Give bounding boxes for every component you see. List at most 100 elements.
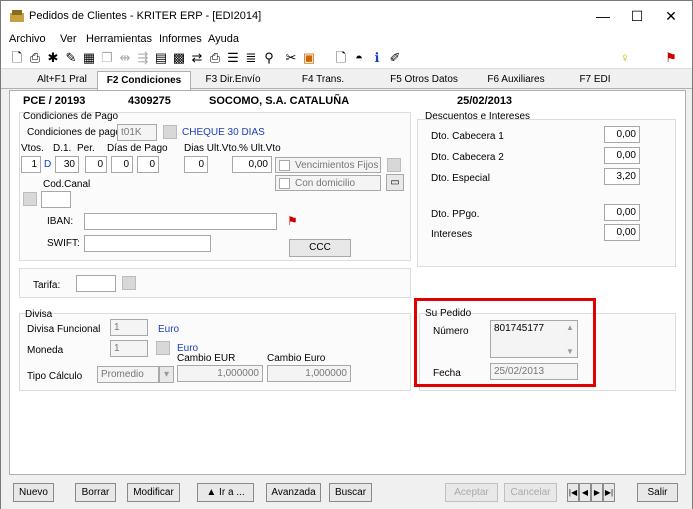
print-icon[interactable]: ⎙ (27, 50, 43, 66)
report-icon[interactable]: ▦ (81, 50, 97, 66)
avanzada-button[interactable]: Avanzada (266, 483, 321, 502)
dto-ppgo-field[interactable]: 0,00 (604, 204, 640, 221)
cambio-euro-field[interactable]: 1,000000 (267, 365, 351, 382)
salir-button[interactable]: Salir (637, 483, 678, 502)
nuevo-button[interactable]: Nuevo (13, 483, 54, 502)
toolbar: 🗋 ⎙ ✱ ✎ ▦ ❐ ⇹ ⇶ ▤ ▩ ⇄ ⎙ ☰ ≣ ⚲ ✂ ▣ 🗋 ◓ ℹ … (1, 47, 692, 69)
col-per-label: Per. (77, 143, 95, 154)
folder-icon[interactable]: ◓ (351, 50, 367, 66)
ultvto-field[interactable]: 0 (184, 156, 208, 173)
minimize-button[interactable]: — (586, 5, 620, 27)
cod-canal-field[interactable] (41, 191, 71, 208)
menu-informes[interactable]: Informes (159, 33, 202, 45)
doc-icon[interactable]: ≣ (243, 50, 259, 66)
venc-fijos-checkbox[interactable] (279, 160, 290, 171)
dto-cab2-field[interactable]: 0,00 (604, 147, 640, 164)
split-icon[interactable]: ⇹ (117, 50, 133, 66)
domicilio-checkbox[interactable] (279, 178, 290, 189)
link-icon[interactable]: ⇶ (135, 50, 151, 66)
tab-condiciones[interactable]: F2 Condiciones (97, 71, 191, 90)
menu-ver[interactable]: Ver (60, 33, 77, 45)
last-record-icon[interactable]: ▶| (603, 483, 615, 502)
iban-field[interactable] (84, 213, 277, 230)
menu-ayuda[interactable]: Ayuda (208, 33, 239, 45)
app-icon (10, 10, 24, 22)
venc-fijos-button[interactable] (387, 158, 401, 172)
list-icon[interactable]: ☰ (225, 50, 241, 66)
table-icon[interactable]: ▩ (171, 50, 187, 66)
tipo-calculo-dropdown-icon[interactable]: ▾ (159, 366, 174, 383)
tab-otros-datos[interactable]: F5 Otros Datos (389, 74, 459, 85)
cut-icon[interactable]: ✂ (283, 50, 299, 66)
close-button[interactable]: ✕ (654, 5, 688, 27)
tab-transporte[interactable]: F4 Trans. (295, 74, 351, 85)
borrar-button[interactable]: Borrar (75, 483, 116, 502)
tab-dir-envio[interactable]: F3 Dir.Envío (199, 74, 267, 85)
exit-door-icon[interactable]: ⚑ (663, 50, 679, 66)
aceptar-button[interactable]: Aceptar (445, 483, 498, 502)
sheet-icon[interactable]: ▤ (153, 50, 169, 66)
menu-herramientas[interactable]: Herramientas (86, 33, 152, 45)
attach-icon[interactable]: ✐ (387, 50, 403, 66)
info-icon[interactable]: ℹ (369, 50, 385, 66)
payment-code-field[interactable]: t01K (117, 124, 157, 141)
divisa-funcional-name: Euro (158, 324, 180, 335)
moneda-label: Moneda (27, 345, 64, 356)
payment-lookup-button[interactable] (163, 125, 177, 139)
per-field[interactable]: 30 (55, 156, 79, 173)
lightbulb-icon[interactable]: ♀ (617, 50, 633, 66)
paste-icon[interactable]: ▣ (301, 50, 317, 66)
menu-bar: Archivo Ver Herramientas Informes Ayuda (1, 31, 692, 47)
tab-auxiliares[interactable]: F6 Auxiliares (481, 74, 551, 85)
dto-especial-field[interactable]: 3,20 (604, 168, 640, 185)
first-record-icon[interactable]: |◀ (567, 483, 579, 502)
iban-flag-icon[interactable]: ⚑ (287, 214, 298, 228)
new-doc-icon[interactable]: 🗋 (333, 50, 349, 66)
star-icon[interactable]: ✱ (45, 50, 61, 66)
intereses-field[interactable]: 0,00 (604, 224, 640, 241)
tab-edi[interactable]: F7 EDI (575, 74, 615, 85)
cambio-eur-label: Cambio EUR (177, 353, 236, 364)
divisa-group-title: Divisa (25, 309, 53, 320)
dias-field-2[interactable]: 0 (111, 156, 133, 173)
dias-field-1[interactable]: 0 (85, 156, 107, 173)
vtos-field[interactable]: 1 (21, 156, 41, 173)
divisa-funcional-field[interactable]: 1 (110, 319, 148, 336)
tab-principal[interactable]: Alt+F1 Pral (29, 74, 95, 85)
cancelar-button[interactable]: Cancelar (504, 483, 557, 502)
tarifa-lookup-button[interactable] (122, 276, 136, 290)
col-ultvto-label: Dias Ult.Vto. (184, 143, 240, 154)
swift-field[interactable] (84, 235, 211, 252)
iban-label: IBAN: (47, 216, 74, 227)
moneda-lookup-button[interactable] (156, 341, 170, 355)
cambio-euro-label: Cambio Euro (267, 353, 326, 364)
intereses-label: Intereses (431, 229, 473, 240)
buscar-button[interactable]: Buscar (329, 483, 372, 502)
printer-icon[interactable]: ⎙ (207, 50, 223, 66)
modificar-button[interactable]: Modificar (127, 483, 180, 502)
menu-archivo[interactable]: Archivo (9, 33, 46, 45)
ir-a-button[interactable]: ▲ Ir a ... (197, 483, 254, 502)
order-number: PCE / 20193 (23, 95, 86, 107)
cambio-eur-field[interactable]: 1,000000 (177, 365, 263, 382)
title-bar: Pedidos de Clientes - KRITER ERP - [EDI2… (1, 1, 692, 31)
transfer-icon[interactable]: ⇄ (189, 50, 205, 66)
prev-record-icon[interactable]: ◀ (579, 483, 591, 502)
dias-field-3[interactable]: 0 (137, 156, 159, 173)
pctvto-field[interactable]: 0,00 (232, 156, 272, 173)
ccc-button[interactable]: CCC (289, 239, 351, 257)
cod-canal-label: Cod.Canal (43, 179, 91, 190)
tab-bar: Alt+F1 Pral F2 Condiciones F3 Dir.Envío … (1, 71, 692, 90)
tipo-calculo-select[interactable]: Promedio (97, 366, 159, 383)
domicilio-card-icon[interactable]: ▭ (386, 174, 404, 191)
copy-icon[interactable]: ❐ (99, 50, 115, 66)
tree-icon[interactable]: ⚲ (261, 50, 277, 66)
next-record-icon[interactable]: ▶ (591, 483, 603, 502)
dto-cab1-field[interactable]: 0,00 (604, 126, 640, 143)
preview-icon[interactable]: 🗋 (9, 50, 25, 66)
moneda-field[interactable]: 1 (110, 340, 148, 357)
tools-icon[interactable]: ✎ (63, 50, 79, 66)
tarifa-field[interactable] (76, 275, 116, 292)
maximize-button[interactable]: ☐ (620, 5, 654, 27)
cod-canal-lookup-button[interactable] (23, 192, 37, 206)
